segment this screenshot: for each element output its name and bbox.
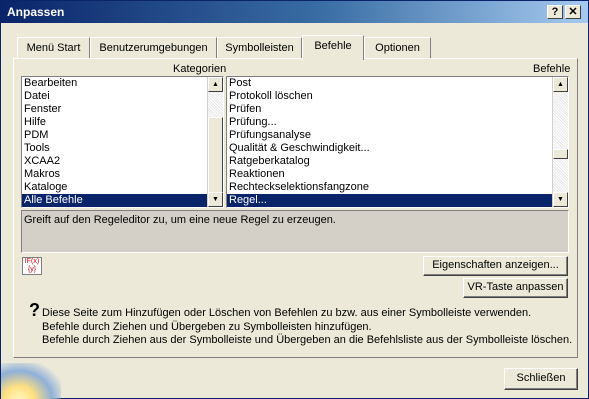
- close-button[interactable]: Schließen: [504, 368, 578, 390]
- scroll-down-icon[interactable]: ▼: [208, 192, 223, 207]
- list-item-selected[interactable]: Regel...: [227, 194, 552, 207]
- tab-label: Menü Start: [26, 42, 81, 54]
- list-item[interactable]: Fenster: [22, 103, 223, 116]
- show-properties-button[interactable]: Eigenschaften anzeigen...: [423, 256, 568, 276]
- tab-commands[interactable]: Befehle: [302, 35, 364, 60]
- tab-label: Symbolleisten: [225, 42, 294, 54]
- help-line: Befehle durch Ziehen und Übergeben zu Sy…: [42, 320, 372, 333]
- tab-label: Optionen: [375, 42, 420, 54]
- list-item[interactable]: PDM: [22, 129, 223, 142]
- scroll-thumb[interactable]: [553, 149, 568, 159]
- list-item[interactable]: Bearbeiten: [22, 77, 223, 90]
- list-item-selected[interactable]: Alle Befehle: [22, 194, 207, 207]
- tab-label: Benutzerumgebungen: [99, 42, 208, 54]
- list-item[interactable]: Rechteckselektionsfangzone: [227, 181, 568, 194]
- list-item[interactable]: Hilfe: [22, 116, 223, 129]
- help-button[interactable]: ?: [547, 5, 563, 19]
- list-item[interactable]: Post: [227, 77, 568, 90]
- list-item[interactable]: Makros: [22, 168, 223, 181]
- scroll-down-icon[interactable]: ▼: [553, 192, 568, 207]
- list-item[interactable]: Tools: [22, 142, 223, 155]
- corner-decoration: [1, 363, 61, 399]
- window-title: Anpassen: [7, 5, 65, 19]
- tab-toolbars[interactable]: Symbolleisten: [217, 37, 302, 59]
- list-item[interactable]: Prüfungsanalyse: [227, 129, 568, 142]
- tab-label: Befehle: [314, 40, 352, 52]
- help-line: Diese Seite zum Hinzufügen oder Löschen …: [42, 307, 532, 319]
- tab-options[interactable]: Optionen: [364, 37, 431, 59]
- help-question-icon: ?: [29, 300, 40, 320]
- list-item[interactable]: Qualität & Geschwindigkeit...: [227, 142, 568, 155]
- categories-list[interactable]: Bearbeiten Datei Fenster Hilfe PDM Tools…: [21, 76, 224, 208]
- commands-caption: Befehle: [533, 63, 571, 75]
- title-bar[interactable]: Anpassen ? ✕: [1, 1, 588, 23]
- categories-scrollbar[interactable]: ▲ ▼: [207, 77, 223, 207]
- list-item[interactable]: Protokoll löschen: [227, 90, 568, 103]
- help-text: Diese Seite zum Hinzufügen oder Löschen …: [42, 307, 572, 348]
- list-item[interactable]: Prüfen: [227, 103, 568, 116]
- scroll-up-icon[interactable]: ▲: [208, 77, 223, 92]
- command-description: Greift auf den Regeleditor zu, um eine n…: [21, 210, 569, 253]
- list-item[interactable]: Prüfung...: [227, 116, 568, 129]
- list-item[interactable]: Reaktionen: [227, 168, 568, 181]
- scroll-up-icon[interactable]: ▲: [553, 77, 568, 92]
- list-item[interactable]: XCAA2: [22, 155, 223, 168]
- close-icon[interactable]: ✕: [565, 5, 581, 19]
- tab-menu-start[interactable]: Menü Start: [17, 37, 90, 59]
- commands-scrollbar[interactable]: ▲ ▼: [552, 77, 568, 207]
- help-line: Befehle durch Ziehen aus der Symbolleist…: [42, 334, 573, 346]
- rule-icon: IF(x) {y}: [22, 257, 42, 275]
- list-item[interactable]: Datei: [22, 90, 223, 103]
- categories-caption: Kategorien: [173, 63, 227, 75]
- tab-user-environments[interactable]: Benutzerumgebungen: [90, 37, 217, 59]
- list-item[interactable]: Ratgeberkatalog: [227, 155, 568, 168]
- customize-dialog: Anpassen ? ✕ Menü Start Benutzerumgebung…: [0, 0, 589, 399]
- list-item[interactable]: Kataloge: [22, 181, 223, 194]
- commands-list[interactable]: Post Protokoll löschen Prüfen Prüfung...…: [226, 76, 569, 208]
- customize-vr-key-button[interactable]: VR-Taste anpassen: [463, 278, 568, 298]
- scroll-thumb[interactable]: [208, 117, 223, 193]
